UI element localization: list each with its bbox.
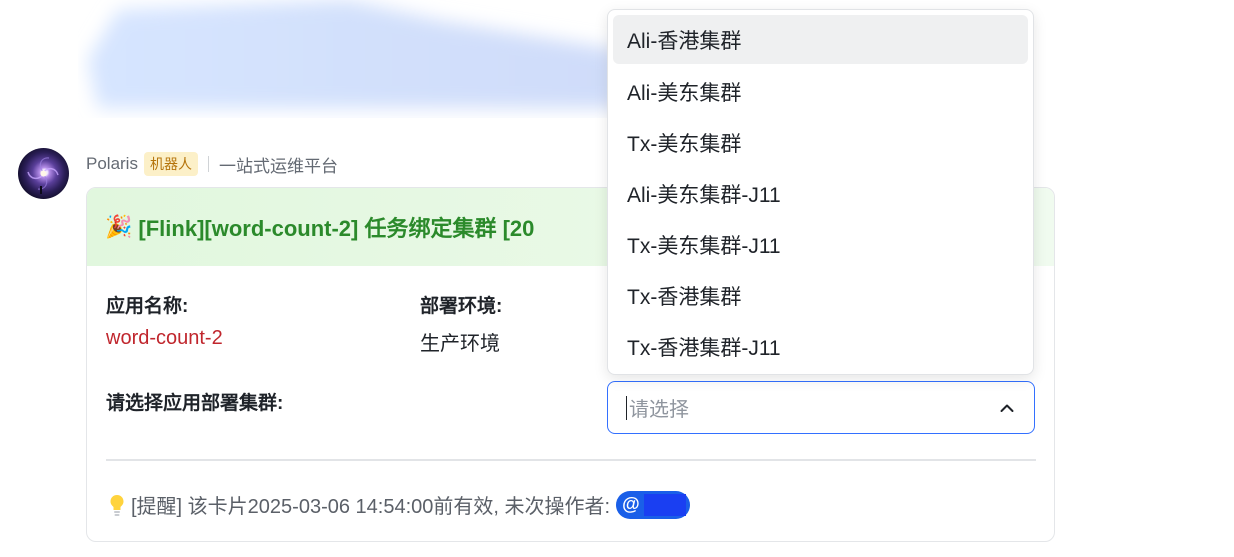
cluster-select[interactable]: 请选择 [607,381,1035,434]
separator [207,156,209,172]
mention-chip[interactable]: @ [616,490,690,519]
sender-name[interactable]: Polaris [86,154,138,174]
env-value: 生产环境 [420,333,500,355]
option-tx-hk[interactable]: Tx-香港集群 [613,270,1028,321]
cluster-dropdown: Ali-香港集群 Ali-美东集群 Tx-美东集群 Ali-美东集群-J11 T… [607,9,1034,375]
app-name-label: 应用名称: [106,296,189,317]
sender-row: Polaris 机器人 一站式运维平台 [86,151,338,177]
cluster-select-label: 请选择应用部署集群: [106,393,284,414]
option-tx-us-east-j11[interactable]: Tx-美东集群-J11 [613,219,1028,270]
option-ali-us-east[interactable]: Ali-美东集群 [613,66,1028,117]
env-label: 部署环境: [420,296,503,317]
app-name-value: word-count-2 [106,327,223,349]
footer-text: [提醒] 该卡片2025-03-06 14:54:00前有效, 未次操作者: [131,496,611,518]
mention-at: @ [622,494,640,514]
sender-subtitle: 一站式运维平台 [218,156,338,176]
divider [106,459,1036,461]
select-placeholder: 请选择 [629,399,689,421]
chevron-up-icon[interactable] [998,399,1016,417]
chat-view: Polaris 机器人 一站式运维平台 🎉 [Flink][word-count… [0,0,1234,557]
lightbulb-icon [110,494,124,516]
option-ali-hk[interactable]: Ali-香港集群 [613,15,1028,64]
card-title: [Flink][word-count-2] 任务绑定集群 [20 [138,216,535,241]
card-footer: [提醒] 该卡片2025-03-06 14:54:00前有效, 未次操作者: @ [109,490,690,519]
party-popper-icon: 🎉 [105,214,133,239]
option-tx-hk-j11[interactable]: Tx-香港集群-J11 [613,321,1028,372]
option-ali-us-east-j11[interactable]: Ali-美东集群-J11 [613,168,1028,219]
galaxy-icon [27,157,59,194]
redacted-username [643,493,686,516]
text-caret [626,395,627,420]
option-tx-us-east[interactable]: Tx-美东集群 [613,117,1028,168]
bot-avatar[interactable] [18,148,69,199]
blurred-image [88,0,618,108]
bot-badge: 机器人 [143,152,198,176]
